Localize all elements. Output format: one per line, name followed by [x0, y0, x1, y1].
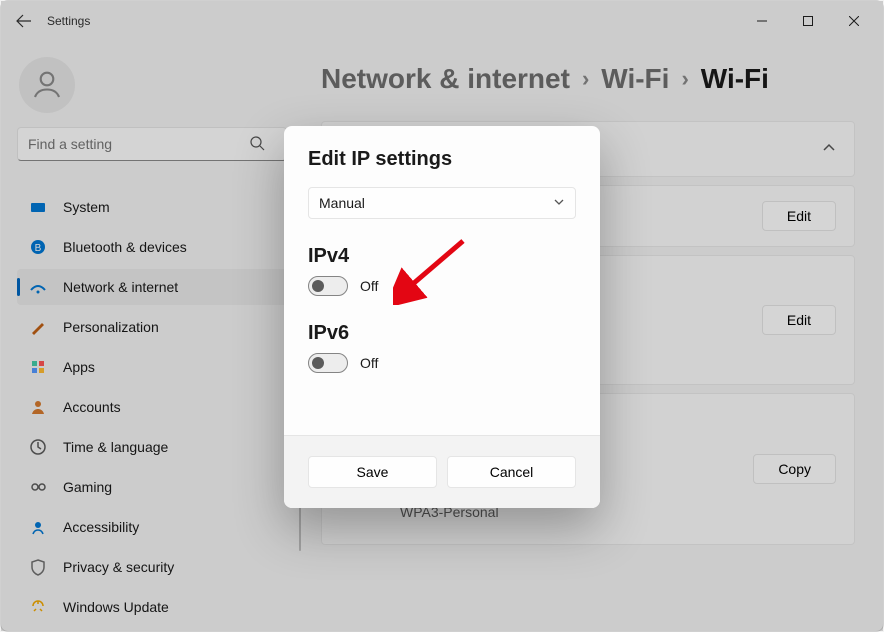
edit-ip-dialog: Edit IP settings Manual IPv4 Off IPv6 Of…: [284, 126, 600, 508]
modal-overlay[interactable]: Edit IP settings Manual IPv4 Off IPv6 Of…: [1, 1, 883, 631]
ipv6-toggle[interactable]: [308, 353, 348, 373]
ipv6-state: Off: [360, 355, 378, 371]
ip-mode-select[interactable]: Manual: [308, 187, 576, 219]
ipv4-toggle[interactable]: [308, 276, 348, 296]
dialog-title: Edit IP settings: [308, 148, 576, 171]
ipv6-label: IPv6: [308, 322, 576, 345]
ip-mode-value: Manual: [319, 195, 365, 211]
ipv4-state: Off: [360, 278, 378, 294]
save-button[interactable]: Save: [308, 456, 437, 488]
chevron-down-icon: [553, 195, 565, 211]
ipv4-label: IPv4: [308, 245, 576, 268]
cancel-button[interactable]: Cancel: [447, 456, 576, 488]
